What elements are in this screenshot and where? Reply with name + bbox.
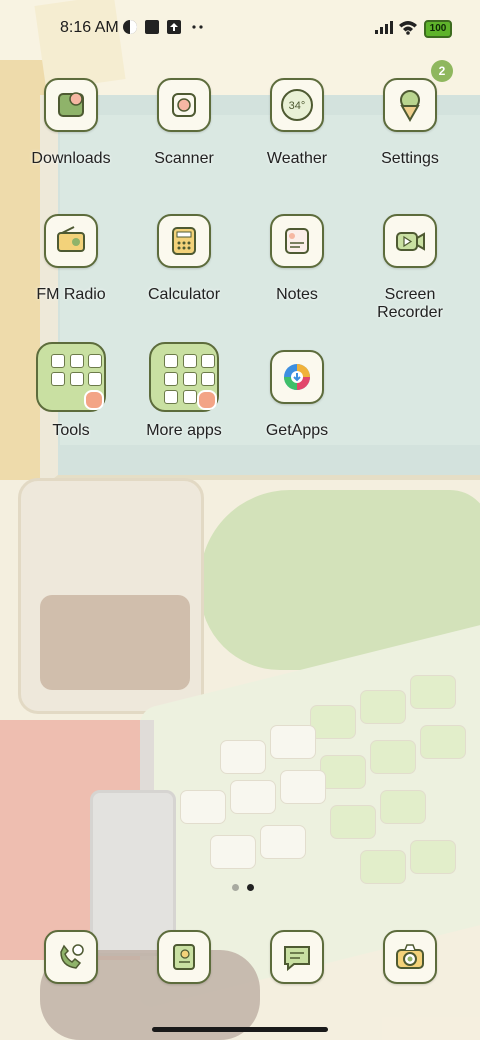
home-gesture-bar[interactable] bbox=[152, 1027, 328, 1032]
app-calculator[interactable]: Calculator bbox=[134, 214, 234, 304]
app-settings[interactable]: Settings bbox=[360, 78, 460, 168]
app-label: Settings bbox=[381, 150, 439, 167]
weather-icon: 34° bbox=[270, 78, 324, 132]
folder-app-icon bbox=[164, 354, 178, 368]
folder-icon bbox=[36, 342, 106, 412]
vpn-icon bbox=[123, 20, 137, 34]
app-downloads[interactable]: Downloads bbox=[21, 78, 121, 168]
app-label: GetApps bbox=[265, 422, 329, 439]
radio-icon bbox=[44, 214, 98, 268]
flower-decoration-icon bbox=[84, 390, 104, 410]
folder-app-icon bbox=[164, 372, 178, 386]
battery-indicator: 100 bbox=[424, 20, 452, 38]
app-notes[interactable]: Notes bbox=[247, 214, 347, 304]
app-label: Screen Recorder bbox=[360, 286, 460, 322]
scan-icon bbox=[157, 78, 211, 132]
app-fm-radio[interactable]: FM Radio bbox=[21, 214, 121, 304]
folder-app-icon bbox=[70, 372, 84, 386]
folder-app-icon bbox=[183, 372, 197, 386]
more-notifications-icon bbox=[192, 25, 203, 29]
folder-app-icon bbox=[51, 372, 65, 386]
folder-app-icon bbox=[164, 390, 178, 404]
folder-app-icon bbox=[51, 354, 65, 368]
dock-camera[interactable] bbox=[360, 930, 460, 984]
app-label-line: Recorder bbox=[377, 304, 443, 321]
upload-icon bbox=[167, 20, 181, 34]
folder-app-icon bbox=[88, 354, 102, 368]
page-indicator[interactable] bbox=[228, 878, 258, 896]
app-label-line: Screen bbox=[384, 286, 436, 303]
flower-decoration-icon bbox=[197, 390, 217, 410]
app-label: Notes bbox=[276, 286, 318, 303]
page-dot-current[interactable] bbox=[247, 884, 254, 891]
folder-app-icon bbox=[88, 372, 102, 386]
weather-temp: 34° bbox=[289, 100, 306, 112]
folder-icon bbox=[149, 342, 219, 412]
download-icon bbox=[44, 78, 98, 132]
app-label: More apps bbox=[146, 422, 222, 439]
folder-app-icon bbox=[201, 354, 215, 368]
folder-tools[interactable]: Tools bbox=[21, 342, 121, 440]
dock-contacts[interactable] bbox=[134, 930, 234, 984]
app-label: Tools bbox=[52, 422, 90, 439]
camera-icon bbox=[383, 930, 437, 984]
app-label: FM Radio bbox=[36, 286, 106, 303]
app-notification-icon bbox=[145, 20, 159, 34]
folder-app-icon bbox=[70, 354, 84, 368]
app-getapps[interactable]: GetApps bbox=[247, 350, 347, 440]
folder-app-icon bbox=[183, 354, 197, 368]
app-weather[interactable]: 34° Weather bbox=[247, 78, 347, 168]
notification-badge: 2 bbox=[431, 60, 453, 82]
settings-icon bbox=[383, 78, 437, 132]
app-label: Downloads bbox=[31, 150, 111, 167]
phone-icon bbox=[44, 930, 98, 984]
app-label: Weather bbox=[266, 150, 328, 167]
calculator-icon bbox=[157, 214, 211, 268]
notes-icon bbox=[270, 214, 324, 268]
contacts-icon bbox=[157, 930, 211, 984]
app-label: Scanner bbox=[154, 150, 214, 167]
folder-app-icon bbox=[183, 390, 197, 404]
folder-app-icon bbox=[201, 372, 215, 386]
status-bar: 8:16 AM 100 bbox=[0, 0, 480, 54]
status-time: 8:16 AM bbox=[60, 19, 119, 36]
signal-icon bbox=[375, 21, 393, 34]
wifi-icon bbox=[399, 21, 417, 35]
app-label: Calculator bbox=[147, 286, 221, 303]
dock-phone[interactable] bbox=[21, 930, 121, 984]
app-scanner[interactable]: Scanner bbox=[134, 78, 234, 168]
folder-more-apps[interactable]: More apps bbox=[134, 342, 234, 440]
app-screen-recorder[interactable]: Screen Recorder bbox=[360, 214, 460, 322]
messages-icon bbox=[270, 930, 324, 984]
dock-messages[interactable] bbox=[247, 930, 347, 984]
getapps-icon bbox=[270, 350, 324, 404]
screen-recorder-icon bbox=[383, 214, 437, 268]
page-dot[interactable] bbox=[232, 884, 239, 891]
